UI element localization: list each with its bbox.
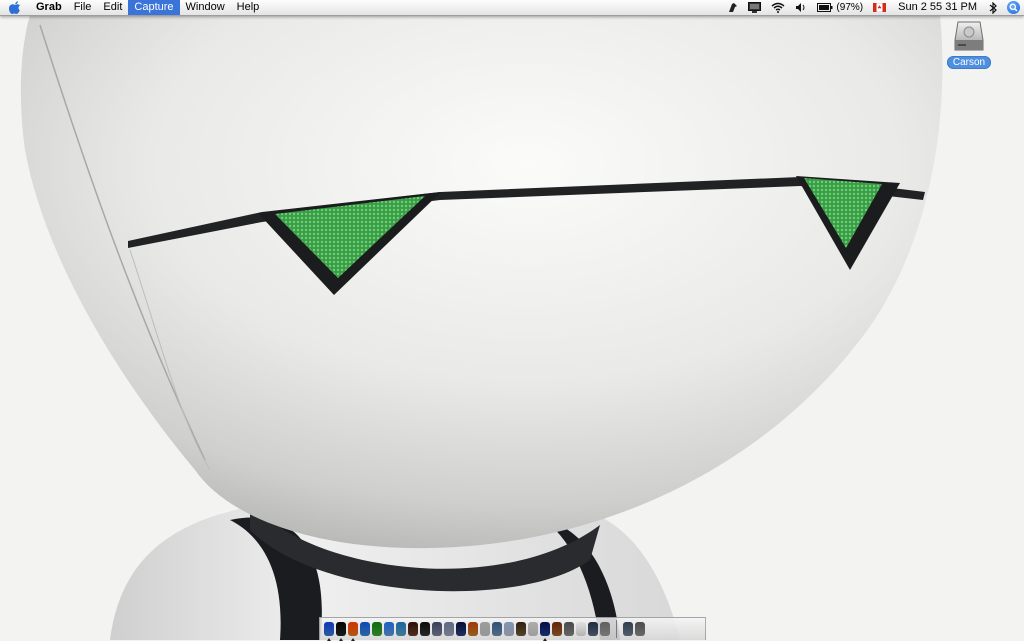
menu-app-name[interactable]: Grab	[30, 0, 68, 15]
script-menu-icon[interactable]	[723, 0, 743, 15]
photo-icon[interactable]	[516, 622, 526, 636]
camera-icon[interactable]	[420, 622, 430, 636]
menu-bar: Grab File Edit Capture Window Help (97%)…	[0, 0, 1024, 16]
dock-separator	[616, 620, 617, 638]
hard-drive-label: Carson	[946, 56, 992, 69]
input-menu-flag-icon[interactable]	[868, 0, 891, 15]
menu-edit[interactable]: Edit	[97, 0, 128, 15]
spotlight-button[interactable]	[1002, 0, 1024, 15]
display-icon[interactable]	[743, 0, 766, 15]
character-icon[interactable]	[408, 622, 418, 636]
apple-menu-icon[interactable]	[0, 0, 30, 15]
mail-icon[interactable]	[492, 622, 502, 636]
globe-icon[interactable]	[396, 622, 406, 636]
menu-help[interactable]: Help	[231, 0, 266, 15]
battery-status[interactable]: (97%)	[812, 0, 868, 15]
tools-icon[interactable]	[552, 622, 562, 636]
bluetooth-icon[interactable]	[984, 0, 1002, 15]
trash-icon[interactable]	[635, 622, 645, 636]
menu-window[interactable]: Window	[180, 0, 231, 15]
calendar-icon[interactable]	[504, 622, 514, 636]
menu-extras: (97%) Sun 2 55 31 PM	[723, 0, 1024, 15]
volume-icon[interactable]	[790, 0, 812, 15]
camino-icon[interactable]	[372, 622, 382, 636]
finder-icon[interactable]	[324, 622, 334, 641]
menu-clock[interactable]: Sun 2 55 31 PM	[891, 0, 984, 15]
wifi-icon[interactable]	[766, 0, 790, 15]
plane-icon[interactable]	[540, 622, 550, 641]
document-icon[interactable]	[576, 622, 586, 636]
battery-percent: (97%)	[836, 2, 864, 13]
ichat-icon[interactable]	[444, 622, 454, 636]
system-preferences-icon[interactable]	[564, 622, 574, 636]
firefox-icon[interactable]	[348, 622, 358, 641]
book-icon[interactable]	[528, 622, 538, 636]
menu-file[interactable]: File	[68, 0, 98, 15]
textedit-icon[interactable]	[480, 622, 490, 636]
preview-icon[interactable]	[432, 622, 442, 636]
guitar-icon[interactable]	[468, 622, 478, 636]
terminal-icon[interactable]	[456, 622, 466, 636]
utility-icon[interactable]	[600, 622, 610, 636]
desktop-wallpaper	[0, 0, 1024, 640]
itunes-icon[interactable]	[384, 622, 394, 636]
spotlight-icon	[1006, 1, 1020, 14]
dashboard-icon[interactable]	[336, 622, 346, 641]
safari-icon[interactable]	[360, 622, 370, 636]
battery-icon	[817, 3, 833, 12]
menu-capture[interactable]: Capture	[128, 0, 180, 15]
hard-drive-icon	[954, 20, 984, 52]
desktop-hard-drive[interactable]: Carson	[944, 20, 994, 70]
network-icon[interactable]	[588, 622, 598, 636]
folder-stack-icon[interactable]	[623, 622, 633, 636]
dock	[319, 617, 706, 641]
